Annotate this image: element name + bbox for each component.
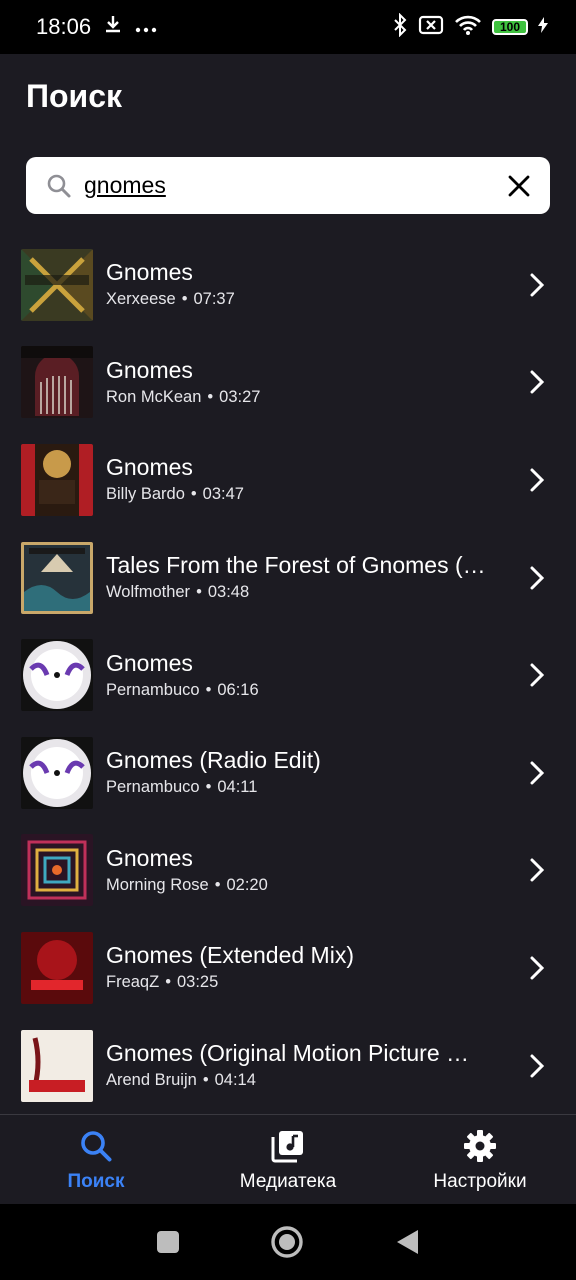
track-title: Gnomes (Extended Mix) <box>106 942 354 969</box>
track-title: Gnomes <box>106 844 193 871</box>
album-cover <box>21 1029 93 1102</box>
result-row[interactable]: Gnomes (Radio Edit) Pernambuco • 04:11 <box>0 724 576 822</box>
result-row[interactable]: Gnomes Ron McKean • 03:27 <box>0 334 576 432</box>
chevron-right-icon <box>530 566 545 590</box>
track-artist: Xerxeese <box>106 290 176 309</box>
charging-icon <box>538 16 548 38</box>
track-title: Gnomes (Original Motion Picture … <box>106 1040 470 1067</box>
album-cover <box>21 541 93 614</box>
track-title: Gnomes <box>106 649 193 676</box>
nav-library-label: Медиатека <box>239 1171 337 1192</box>
track-title: Gnomes (Radio Edit) <box>106 747 321 774</box>
result-row[interactable]: Gnomes Billy Bardo • 03:47 <box>0 431 576 529</box>
home-button[interactable] <box>270 1225 304 1259</box>
result-row[interactable]: Gnomes Morning Rose • 02:20 <box>0 822 576 920</box>
track-duration: 06:16 <box>217 680 259 699</box>
nav-search-label: Поиск <box>67 1171 125 1192</box>
track-duration: 03:25 <box>176 973 219 992</box>
result-row[interactable]: Gnomes (Original Motion Picture … Arend … <box>0 1017 576 1115</box>
track-artist: Wolfmother <box>106 583 191 602</box>
clear-search-button[interactable] <box>506 173 532 199</box>
back-button[interactable] <box>394 1228 420 1256</box>
track-duration: 07:37 <box>193 290 235 309</box>
track-artist: Pernambuco <box>106 680 200 699</box>
more-icon <box>135 14 157 40</box>
track-artist: Morning Rose <box>106 875 209 894</box>
track-duration: 03:27 <box>219 387 261 406</box>
track-title: Gnomes <box>106 454 193 481</box>
album-cover <box>21 834 93 907</box>
result-row[interactable]: Gnomes (Extended Mix) FreaqZ • 03:25 <box>0 919 576 1017</box>
result-row[interactable]: Tales From the Forest of Gnomes (… Wolfm… <box>0 529 576 627</box>
chevron-right-icon <box>530 761 545 785</box>
album-cover <box>21 248 93 321</box>
page-title: Поиск <box>26 78 123 114</box>
nav-settings-label: Настройки <box>433 1171 527 1192</box>
track-duration: 04:11 <box>217 778 258 797</box>
bluetooth-icon <box>392 12 408 42</box>
track-artist: Arend Bruijn <box>106 1071 197 1090</box>
download-icon <box>103 14 123 40</box>
status-bar: 18:06 100 <box>0 0 576 54</box>
chevron-right-icon <box>530 468 545 492</box>
nav-search[interactable]: Поиск <box>1 1115 191 1193</box>
battery-indicator: 100 <box>492 19 528 35</box>
search-icon <box>81 1131 112 1162</box>
search-icon <box>46 173 72 199</box>
wifi-icon <box>454 14 482 41</box>
chevron-right-icon <box>530 858 545 882</box>
nav-library[interactable]: Медиатека <box>193 1115 383 1193</box>
close-icon <box>508 175 530 196</box>
sim-off-icon <box>418 14 444 41</box>
search-bar[interactable] <box>26 157 550 214</box>
nav-settings[interactable]: Настройки <box>385 1115 575 1193</box>
album-cover <box>21 931 93 1004</box>
album-cover <box>21 346 93 419</box>
album-cover <box>21 443 93 516</box>
chevron-right-icon <box>530 956 545 980</box>
track-duration: 03:47 <box>202 485 244 504</box>
track-duration: 03:48 <box>207 583 250 602</box>
status-time: 18:06 <box>36 14 92 39</box>
track-artist: Billy Bardo <box>106 485 185 504</box>
track-duration: 02:20 <box>226 875 268 894</box>
album-cover <box>21 639 93 712</box>
track-title: Gnomes <box>106 259 193 286</box>
result-row[interactable]: Gnomes Pernambuco • 06:16 <box>0 626 576 724</box>
album-cover <box>21 736 93 809</box>
recents-button[interactable] <box>156 1230 180 1254</box>
track-artist: FreaqZ <box>106 973 160 992</box>
track-title: Gnomes <box>106 356 193 383</box>
gear-icon <box>464 1130 496 1162</box>
track-duration: 04:14 <box>214 1071 256 1090</box>
chevron-right-icon <box>530 663 545 687</box>
chevron-right-icon <box>530 370 545 394</box>
search-input[interactable] <box>84 172 506 199</box>
result-row[interactable]: Gnomes Xerxeese • 07:37 <box>0 236 576 334</box>
track-title: Tales From the Forest of Gnomes (… <box>106 552 486 579</box>
chevron-right-icon <box>530 273 545 297</box>
music-library-icon <box>271 1131 303 1163</box>
track-artist: Ron McKean <box>106 387 202 406</box>
chevron-right-icon <box>530 1054 545 1078</box>
search-results-list: Gnomes Xerxeese • 07:37 Gnomes Ron McKean •… <box>0 236 576 1114</box>
bottom-navigation: Поиск Медиатека Настройки <box>0 1114 576 1205</box>
system-navigation-bar <box>0 1204 576 1280</box>
track-artist: Pernambuco <box>106 778 200 797</box>
